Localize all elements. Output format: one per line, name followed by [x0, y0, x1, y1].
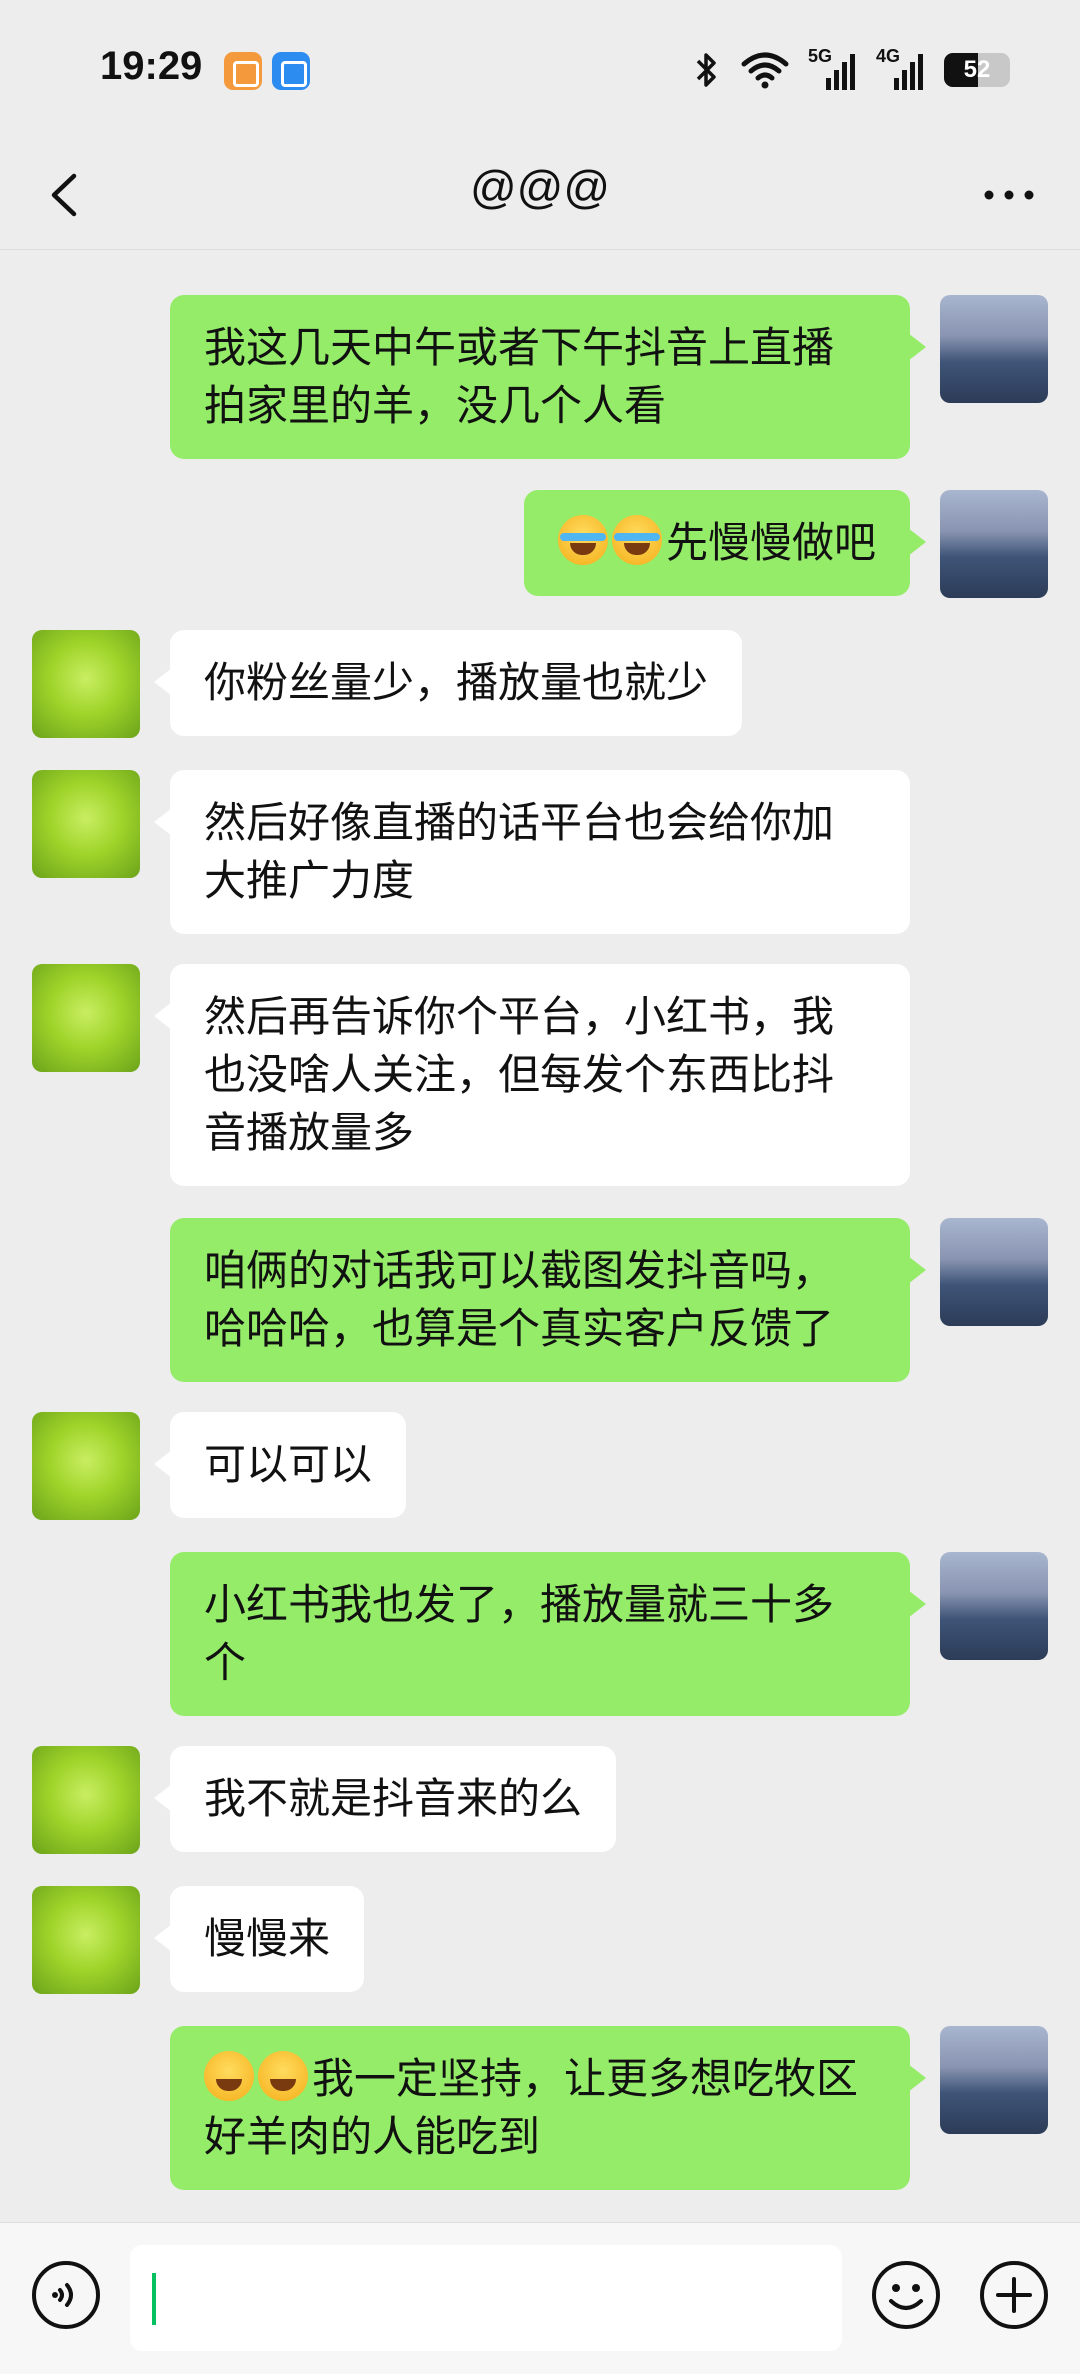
more-button[interactable]	[974, 168, 1044, 222]
avatar[interactable]	[32, 770, 140, 878]
chat-header: @@@	[0, 140, 1080, 250]
message-bubble[interactable]: 你粉丝量少，播放量也就少	[153, 630, 743, 736]
bluetooth-icon	[696, 53, 716, 87]
message-text: 我这几天中午或者下午抖音上直播 拍家里的羊，没几个人看	[204, 323, 835, 430]
signal-5g-indicator: 5G	[808, 46, 858, 92]
status-indicators: 5G 4G 52	[692, 46, 1010, 92]
voice-icon	[32, 2261, 100, 2329]
message-bubble[interactable]: 可以可以	[153, 1412, 407, 1518]
avatar[interactable]	[940, 295, 1048, 403]
text-cursor	[152, 2273, 156, 2325]
emoji-icon	[872, 2261, 940, 2329]
message-bubble[interactable]: 我一定坚持，让更多想吃牧区 好羊肉的人能吃到	[170, 2026, 926, 2190]
message-bubble[interactable]: 然后好像直播的话平台也会给你加 大推广力度	[154, 770, 910, 934]
face-with-tears-of-joy-icon	[557, 515, 608, 565]
avatar[interactable]	[32, 1886, 140, 1994]
message-bubble[interactable]: 我不就是抖音来的么	[153, 1746, 617, 1852]
message-bubble[interactable]: 小红书我也发了，播放量就三十多 个	[170, 1552, 926, 1716]
message-text: 我不就是抖音来的么	[204, 1774, 583, 1823]
emoji-button[interactable]	[870, 2259, 942, 2331]
app-notification-icon	[272, 52, 310, 90]
battery-indicator: 52	[944, 53, 1010, 87]
message-text: 慢慢来	[204, 1914, 331, 1963]
avatar[interactable]	[940, 1552, 1048, 1660]
voice-button[interactable]	[30, 2259, 102, 2331]
message-bubble[interactable]: 先慢慢做吧	[523, 490, 927, 596]
input-bar	[0, 2222, 1080, 2374]
plus-icon	[980, 2261, 1048, 2329]
grinning-face-icon	[258, 2051, 308, 2101]
status-time: 19:29	[100, 44, 203, 88]
message-text: 先慢慢做吧	[665, 518, 876, 567]
app-notification-icon	[224, 52, 262, 90]
avatar[interactable]	[32, 964, 140, 1072]
message-text: 你粉丝量少，播放量也就少	[204, 658, 709, 707]
message-list[interactable]: 我这几天中午或者下午抖音上直播 拍家里的羊，没几个人看 先慢慢做吧 你粉丝量少，…	[0, 251, 1080, 2221]
message-text: 然后好像直播的话平台也会给你加 大推广力度	[204, 798, 835, 905]
message-bubble[interactable]: 我这几天中午或者下午抖音上直播 拍家里的羊，没几个人看	[170, 295, 926, 459]
wifi-icon	[741, 52, 789, 89]
avatar[interactable]	[940, 2026, 1048, 2134]
message-bubble[interactable]: 咱俩的对话我可以截图发抖音吗， 哈哈哈，也算是个真实客户反馈了	[170, 1218, 926, 1382]
message-bubble[interactable]: 然后再告诉你个平台，小红书，我 也没啥人关注，但每发个东西比抖 音播放量多	[154, 964, 910, 1186]
message-input[interactable]	[130, 2245, 842, 2351]
message-text: 咱俩的对话我可以截图发抖音吗， 哈哈哈，也算是个真实客户反馈了	[204, 1246, 835, 1353]
message-text: 可以可以	[204, 1440, 373, 1489]
avatar[interactable]	[940, 1218, 1048, 1326]
avatar[interactable]	[32, 1412, 140, 1520]
message-text: 然后再告诉你个平台，小红书，我 也没啥人关注，但每发个东西比抖 音播放量多	[204, 992, 835, 1157]
chat-title: @@@	[469, 161, 611, 213]
message-text: 小红书我也发了，播放量就三十多 个	[204, 1580, 835, 1687]
avatar[interactable]	[32, 630, 140, 738]
status-bar: 19:29 5G 4G 52	[0, 0, 1080, 140]
more-horizontal-icon	[984, 190, 1034, 200]
grinning-face-icon	[204, 2051, 254, 2101]
message-bubble[interactable]: 慢慢来	[153, 1886, 365, 1992]
signal-4g-indicator: 4G	[876, 46, 926, 92]
plus-button[interactable]	[978, 2259, 1050, 2331]
battery-level: 52	[963, 56, 991, 83]
face-with-tears-of-joy-icon	[611, 515, 662, 565]
avatar[interactable]	[32, 1746, 140, 1854]
avatar[interactable]	[940, 490, 1048, 598]
